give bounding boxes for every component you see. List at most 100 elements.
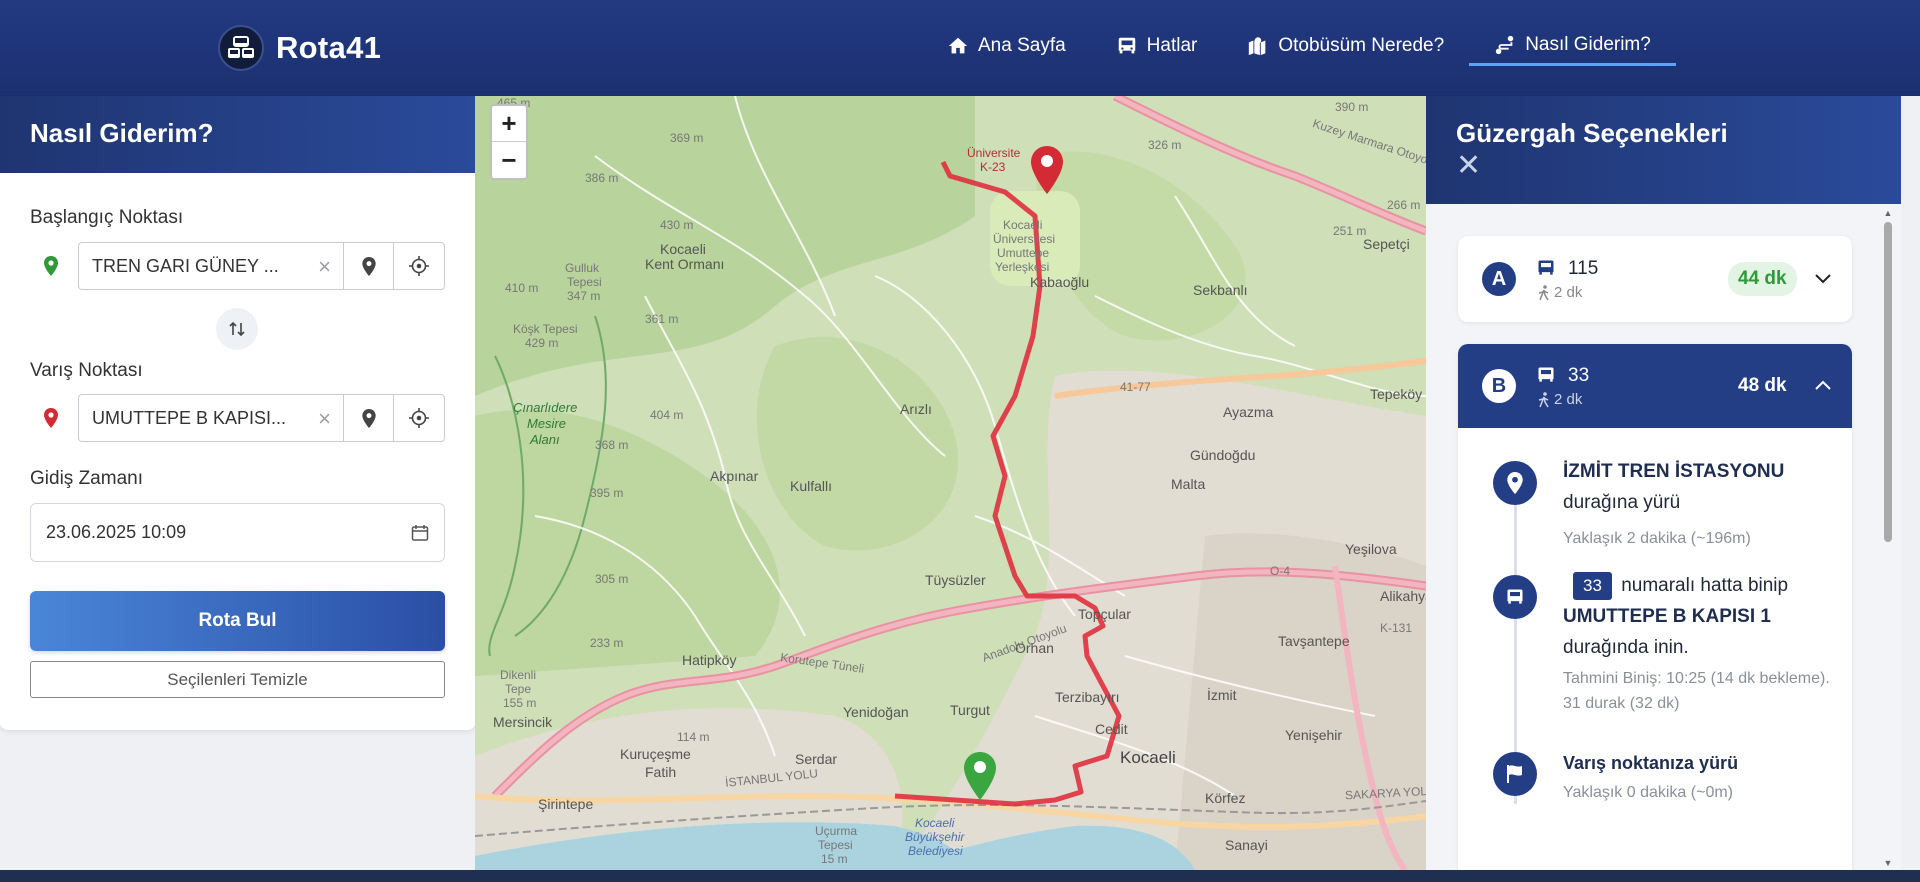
top-navbar: Rota41 Ana Sayfa Hatlar Otobüsüm Nerede?… [0,0,1920,96]
departure-time-input[interactable]: 23.06.2025 10:09 [30,503,445,562]
route-search-panel: Nasıl Giderim? Başlangıç Noktası TREN GA… [0,96,475,882]
clear-end-icon[interactable]: × [318,406,331,432]
map-label: O-4 [1270,564,1291,578]
map-label: Körfez [1205,790,1246,806]
use-current-location-start-button[interactable] [394,242,445,290]
step-2-stop: UMUTTEPE B KAPISI 1 [1563,606,1771,627]
map-label: Kocaeli [915,816,955,830]
map-label: Serdar [795,751,838,767]
time-label: Gidiş Zamanı [30,468,143,489]
zoom-in-button[interactable]: + [492,106,526,142]
find-route-button[interactable]: Rota Bul [30,591,445,651]
clear-selections-button[interactable]: Seçilenleri Temizle [30,661,445,698]
route-duration: 48 dk [1738,375,1787,396]
start-input-value: TREN GARI GÜNEY ... [92,255,279,276]
use-current-location-end-button[interactable] [394,394,445,442]
chevron-up-icon[interactable] [1814,377,1832,395]
brand[interactable]: Rota41 [218,25,381,71]
swap-icon [229,321,245,337]
bus-step-icon [1493,575,1537,619]
nav-where-bus-label: Otobüsüm Nerede? [1278,35,1445,56]
map-label: Tepesi [567,275,602,289]
map-pin-icon [361,408,376,428]
map-label: 386 m [585,171,619,185]
step-1-stop: İZMİT TREN İSTASYONU [1563,461,1785,482]
map-label: Çınarlıdere [513,400,578,415]
map-label: Uçurma [815,824,858,838]
zoom-control: + − [490,104,528,180]
crosshair-icon [409,408,429,428]
step-2-action: durağında inin. [1563,637,1689,658]
map-label: Terzibayırı [1055,689,1120,705]
bottom-strip [0,870,1920,882]
start-input[interactable]: TREN GARI GÜNEY ... × [78,242,343,290]
swap-locations-button[interactable] [216,308,258,350]
chevron-down-icon[interactable] [1814,270,1832,288]
step-3-label: Varış noktanıza yürü [1563,753,1739,773]
map-label: Sekbanlı [1193,282,1248,298]
map-label: Mersincik [493,714,553,730]
brand-name: Rota41 [276,30,382,65]
map-label: Kocaeli [1003,218,1043,232]
clear-start-icon[interactable]: × [318,254,331,280]
route-options-title: Güzergah Seçenekleri [1456,118,1728,148]
map-label: Topçular [1078,606,1131,622]
map-label: Şirintepe [538,796,594,812]
walking-icon [1538,391,1549,407]
destination-marker-icon[interactable] [1031,146,1063,194]
nav-route-planner[interactable]: Nasıl Giderim? [1469,30,1676,66]
route-letter-badge: A [1482,262,1516,296]
step-2-line-text: numaralı hatta binip [1621,575,1789,596]
nav-home[interactable]: Ana Sayfa [922,30,1091,66]
scrollbar-thumb[interactable] [1884,222,1892,542]
map-label: 369 m [670,131,704,145]
map-label: 41-77 [1120,380,1151,394]
flag-icon [1507,765,1522,783]
pick-start-on-map-button[interactable] [343,242,394,290]
map-base [475,96,1426,870]
map-label: 233 m [590,636,624,650]
map-label: 404 m [650,408,684,422]
route-options-panel: Güzergah Seçenekleri ✕ ▲ ▼ A 115 2 dk 44… [1426,96,1901,870]
map-label: Mesire [527,416,567,431]
scroll-down-icon[interactable]: ▼ [1883,858,1893,868]
map-label: Tavşantepe [1278,633,1350,649]
start-label: Başlangıç Noktası [30,207,184,228]
route-option-b-header[interactable]: B 33 2 dk 48 dk [1458,344,1852,428]
route-options-header: Güzergah Seçenekleri ✕ [1426,96,1901,204]
close-icon[interactable]: ✕ [1456,151,1871,181]
pick-end-on-map-button[interactable] [343,394,394,442]
map-label: Kent Ormanı [645,256,725,272]
route-option-a[interactable]: A 115 2 dk 44 dk [1458,236,1852,322]
route-letter-badge: B [1482,369,1516,403]
map-label: Arızlı [900,401,932,417]
map-label: 395 m [590,486,624,500]
map-pin-icon [361,256,376,276]
map-label: 410 m [505,281,539,295]
map-label: Alikahya [1380,588,1426,604]
zoom-out-button[interactable]: − [492,142,526,178]
map-label: 15 m [821,852,848,866]
map-label: 368 m [595,438,629,452]
map-label: Dikenli [500,668,537,682]
bus-icon [1538,367,1554,382]
step-1-text: İZMİT TREN İSTASYONU durağına yürü [1563,456,1833,518]
nav-where-bus[interactable]: Otobüsüm Nerede? [1222,30,1469,66]
bus-icon [1507,589,1523,604]
map-label: 251 m [1333,224,1367,238]
scrollbar[interactable]: ▲ ▼ [1883,208,1893,868]
route-option-b[interactable]: B 33 2 dk 48 dk İZMİT TREN İSTASYONU dur… [1458,344,1852,870]
bus-icon [1538,260,1554,275]
route-map[interactable]: 465 m 369 m 386 m 430 m 410 m 361 m 404 … [475,96,1426,870]
scroll-up-icon[interactable]: ▲ [1883,208,1893,218]
origin-marker-icon[interactable] [964,752,996,800]
nav-lines[interactable]: Hatlar [1091,30,1223,66]
route-line-number: 33 [1568,365,1590,386]
departure-time-value: 23.06.2025 10:09 [46,522,187,542]
map-label: 347 m [567,289,601,303]
end-input[interactable]: UMUTTEPE B KAPISI... × [78,394,343,442]
step-2-sub: Tahmini Biniş: 10:25 (14 dk bekleme). 31… [1563,670,1830,712]
step-2-text: 33 numaralı hatta binip UMUTTEPE B KAPIS… [1563,570,1833,663]
line-chip[interactable]: 33 [1573,572,1612,600]
map-marked-icon [1249,37,1266,56]
